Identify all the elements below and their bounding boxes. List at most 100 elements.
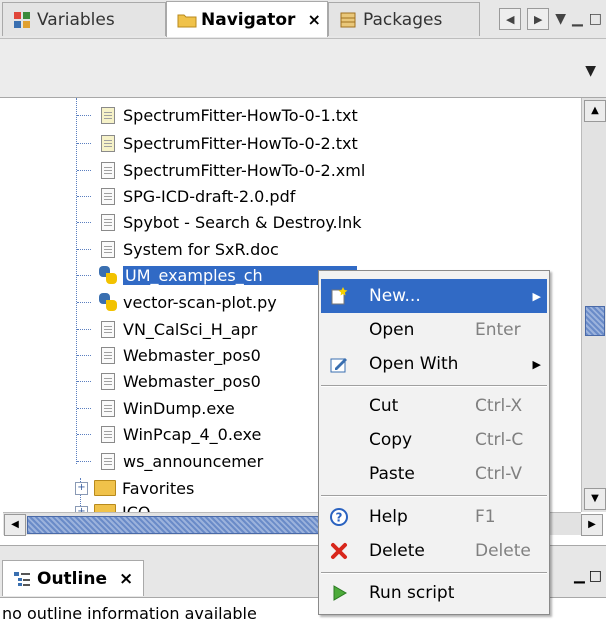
run-icon <box>329 583 349 603</box>
tree-item[interactable]: SpectrumFitter-HowTo-0-2.txt <box>77 131 358 155</box>
tree-item-label: VN_CalSci_H_apr <box>123 319 258 339</box>
tree-item[interactable]: Spybot - Search & Destroy.lnk <box>77 210 362 234</box>
folder-icon <box>94 504 116 512</box>
file-icon <box>101 187 115 205</box>
tree-item[interactable]: WinDump.exe <box>77 396 235 420</box>
menu-item-copy[interactable]: Copy Ctrl-C <box>321 423 547 457</box>
text-file-icon <box>101 134 115 152</box>
tree-item[interactable]: SpectrumFitter-HowTo-0-2.xml <box>77 158 366 182</box>
scroll-right-icon[interactable]: ▶ <box>581 514 603 536</box>
menu-item-label: Paste <box>369 464 415 484</box>
scroll-tabs-right-icon[interactable]: ▶ <box>527 8 550 30</box>
text-file-icon <box>101 106 115 124</box>
menu-item-label: Copy <box>369 430 413 450</box>
file-icon <box>101 346 115 364</box>
view-toolbar: ▼ <box>0 39 606 98</box>
tree-folder-label: Favorites <box>122 478 195 498</box>
menu-item-label: Open <box>369 320 415 340</box>
tab-packages[interactable]: Packages <box>328 2 480 36</box>
tab-navigator[interactable]: Navigator × <box>166 1 328 37</box>
new-icon <box>329 286 349 306</box>
file-icon <box>101 452 115 470</box>
maximize-icon[interactable]: □ <box>589 568 602 584</box>
packages-icon <box>339 11 357 29</box>
tree-item-label: WinDump.exe <box>123 398 235 418</box>
file-icon <box>101 240 115 258</box>
view-menu-dropdown-icon[interactable]: ▼ <box>585 63 596 79</box>
minimize-icon[interactable]: ▁ <box>574 568 585 584</box>
file-icon <box>101 399 115 417</box>
tree-item[interactable]: WinPcap_4_0.exe <box>77 422 262 446</box>
expand-icon[interactable]: + <box>75 481 88 495</box>
tree-item[interactable]: System for SxR.doc <box>77 237 279 261</box>
tree-folder-label: ICO <box>122 502 151 513</box>
context-menu: New... ▶ Open Enter Open With ▶ Cut Ctrl… <box>318 270 550 615</box>
menu-item-shortcut: F1 <box>475 507 496 527</box>
tree-folder[interactable]: + ICO <box>75 500 150 512</box>
submenu-arrow-icon: ▶ <box>532 289 541 303</box>
tree-item[interactable]: VN_CalSci_H_apr <box>77 317 258 341</box>
view-tab-bar: Variables Navigator × Packages ◀ ▶ ▼ ▁ □ <box>0 0 606 39</box>
tree-item[interactable]: Webmaster_pos0 <box>77 343 261 367</box>
menu-item-new[interactable]: New... ▶ <box>321 279 547 313</box>
menu-item-delete[interactable]: Delete Delete <box>321 534 547 568</box>
scroll-tabs-left-icon[interactable]: ◀ <box>499 8 522 30</box>
delete-icon <box>329 541 349 561</box>
tree-item-label: ws_announcemer <box>123 451 264 471</box>
tree-item[interactable]: Webmaster_pos0 <box>77 369 261 393</box>
menu-item-run-script[interactable]: Run script <box>321 576 547 610</box>
tree-item-label: WinPcap_4_0.exe <box>123 424 262 444</box>
tree-item-label: SpectrumFitter-HowTo-0-1.txt <box>123 105 358 125</box>
scrollbar-thumb[interactable] <box>585 306 605 336</box>
open-with-icon <box>329 354 349 374</box>
close-icon[interactable]: × <box>307 10 320 29</box>
tree-item-label: SPG-ICD-draft-2.0.pdf <box>123 186 296 206</box>
menu-item-shortcut: Ctrl-V <box>475 464 523 484</box>
close-icon[interactable]: × <box>119 569 133 589</box>
tree-item-label: Webmaster_pos0 <box>123 345 261 365</box>
scrollbar-thumb[interactable] <box>27 516 321 534</box>
maximize-icon[interactable]: □ <box>589 11 602 27</box>
menu-item-label: Help <box>369 507 408 527</box>
tab-variables[interactable]: Variables <box>2 2 166 36</box>
scroll-left-icon[interactable]: ◀ <box>4 514 26 536</box>
tab-outline-label: Outline <box>37 568 107 589</box>
tree-item[interactable]: SpectrumFitter-HowTo-0-1.txt <box>77 103 358 127</box>
file-icon <box>101 320 115 338</box>
tree-item-label: SpectrumFitter-HowTo-0-2.xml <box>123 160 366 180</box>
scroll-up-icon[interactable]: ▲ <box>584 100 606 122</box>
tree-item-label: Spybot - Search & Destroy.lnk <box>123 212 362 232</box>
outline-message: no outline information available <box>2 604 257 623</box>
view-menu-icon[interactable]: ▼ <box>555 11 566 27</box>
tree-item-label: SpectrumFitter-HowTo-0-2.txt <box>123 133 358 153</box>
tree-item[interactable]: vector-scan-plot.py <box>77 290 277 314</box>
file-icon <box>101 425 115 443</box>
menu-separator <box>321 385 547 387</box>
tree-item-label: Webmaster_pos0 <box>123 371 261 391</box>
file-icon <box>101 213 115 231</box>
menu-item-help[interactable]: ? Help F1 <box>321 500 547 534</box>
menu-separator <box>321 495 547 497</box>
menu-item-open-with[interactable]: Open With ▶ <box>321 347 547 381</box>
menu-item-shortcut: Ctrl-X <box>475 396 523 416</box>
menu-item-label: Open With <box>369 354 459 374</box>
tab-packages-label: Packages <box>363 9 443 30</box>
tree-item[interactable]: ws_announcemer <box>77 449 264 473</box>
minimize-icon[interactable]: ▁ <box>572 11 583 27</box>
tab-outline[interactable]: Outline × <box>2 560 145 596</box>
menu-item-open[interactable]: Open Enter <box>321 313 547 347</box>
tree-folder[interactable]: + Favorites <box>75 476 194 500</box>
python-icon <box>99 293 117 311</box>
tree-item-label: System for SxR.doc <box>123 239 279 259</box>
menu-item-paste[interactable]: Paste Ctrl-V <box>321 457 547 491</box>
menu-item-shortcut: Ctrl-C <box>475 430 524 450</box>
submenu-arrow-icon: ▶ <box>532 357 541 371</box>
tree-item[interactable]: SPG-ICD-draft-2.0.pdf <box>77 184 296 208</box>
python-icon <box>99 266 117 284</box>
vertical-scrollbar[interactable]: ▲ ▼ <box>581 98 606 512</box>
scroll-down-icon[interactable]: ▼ <box>584 488 606 510</box>
menu-item-cut[interactable]: Cut Ctrl-X <box>321 389 547 423</box>
tab-variables-label: Variables <box>37 9 115 30</box>
svg-text:?: ? <box>336 511 343 525</box>
tab-navigator-label: Navigator <box>201 9 296 30</box>
